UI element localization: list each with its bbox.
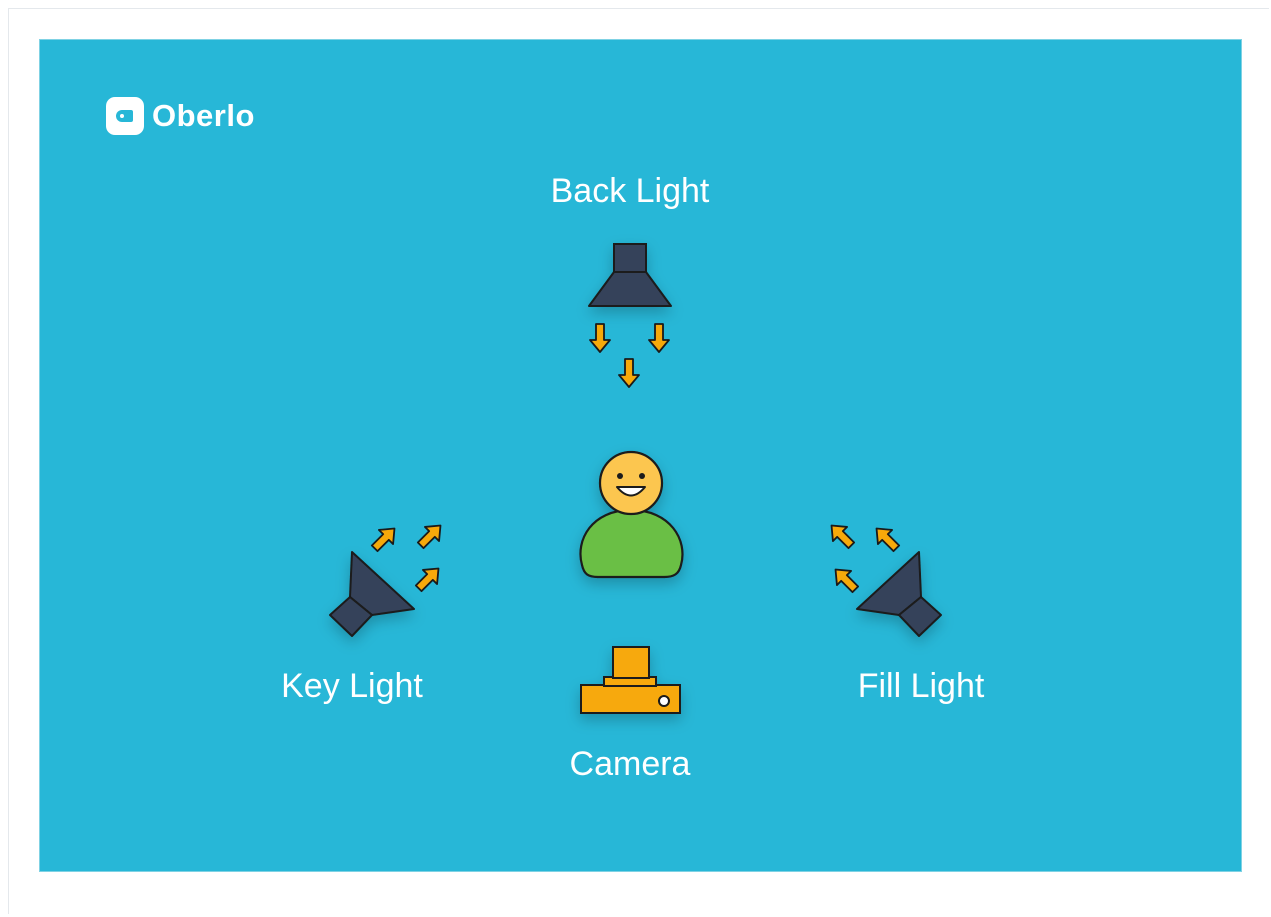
arrow-icon <box>589 323 611 353</box>
arrow-icon <box>618 358 640 388</box>
arrow-icon <box>366 520 403 557</box>
subject-person-icon <box>579 450 684 579</box>
back-light-icon <box>588 243 672 307</box>
back-light-arrows <box>589 323 670 388</box>
arrow-icon <box>823 517 860 554</box>
arrow-icon <box>412 517 449 554</box>
arrow-icon <box>868 520 905 557</box>
fill-light-icon <box>856 551 942 637</box>
arrow-icon <box>410 560 447 597</box>
arrow-icon <box>827 561 864 598</box>
lighting-scene <box>329 243 942 714</box>
key-light-icon <box>329 551 415 637</box>
arrow-icon <box>648 323 670 353</box>
camera-icon <box>580 646 681 714</box>
